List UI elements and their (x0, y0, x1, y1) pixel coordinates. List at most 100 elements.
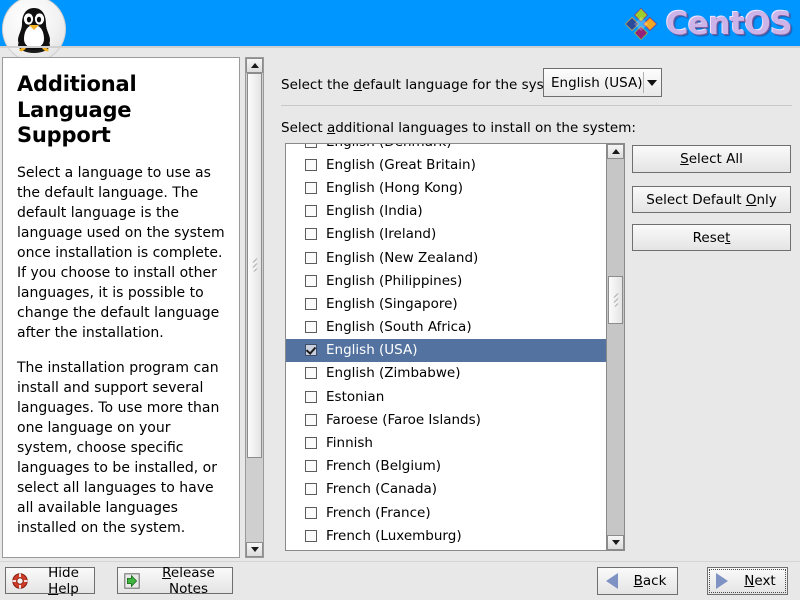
additional-languages-label: Select additional languages to install o… (281, 120, 636, 136)
list-item[interactable]: English (Hong Kong) (286, 176, 608, 199)
installer-window: CentOS Additional Language Support Selec… (0, 0, 800, 600)
tux-penguin-icon (2, 0, 66, 62)
list-item-label: French (Canada) (326, 481, 438, 498)
help-panel: Additional Language Support Select a lan… (2, 57, 240, 558)
scrollbar-trough[interactable] (607, 159, 624, 535)
back-button[interactable]: Back (597, 567, 678, 595)
app-header: CentOS (0, 0, 800, 62)
button-label: Back (633, 573, 667, 589)
list-item-label: French (Belgium) (326, 458, 442, 475)
checkbox-unchecked[interactable] (305, 274, 317, 287)
scrollbar-thumb[interactable] (247, 73, 262, 458)
centos-logo: CentOS (622, 4, 793, 44)
section-divider (281, 105, 792, 106)
triangle-right-icon (716, 573, 728, 589)
select-all-button[interactable]: Select All (632, 145, 791, 173)
default-language-label: Select the default language for the syst… (281, 77, 575, 93)
bottom-divider (0, 561, 800, 562)
centos-pinwheel-icon (624, 8, 657, 40)
scroll-down-button[interactable] (246, 542, 263, 557)
list-item[interactable]: French (Luxemburg) (286, 524, 608, 547)
list-item-label: Estonian (326, 388, 385, 405)
button-label: Release Notes (162, 564, 215, 597)
button-label: Reset (692, 229, 731, 246)
list-item[interactable]: Finnish (286, 431, 608, 454)
checkbox-unchecked[interactable] (305, 228, 317, 241)
checkbox-unchecked[interactable] (305, 483, 317, 496)
list-item-label: English (Zimbabwe) (326, 365, 461, 382)
default-language-select[interactable]: English (USA) (543, 68, 662, 97)
checkbox-unchecked[interactable] (305, 506, 317, 519)
triangle-left-icon (606, 573, 618, 589)
lifering-help-icon (12, 572, 28, 589)
header-divider (0, 46, 800, 48)
checkbox-unchecked[interactable] (305, 205, 317, 218)
checkbox-checked[interactable] (305, 344, 317, 357)
list-item[interactable]: English (India) (286, 200, 608, 223)
hide-help-button[interactable]: Hide Help (5, 564, 95, 597)
checkbox-unchecked[interactable] (305, 297, 317, 310)
list-item-label: English (Singapore) (326, 295, 458, 312)
language-list[interactable]: English (Denmark) English (Great Britain)… (285, 143, 625, 551)
chevron-down-icon (643, 79, 661, 86)
language-list-scrollbar[interactable] (606, 144, 624, 550)
reset-button[interactable]: Reset (632, 224, 791, 251)
checkbox-unchecked[interactable] (305, 251, 317, 264)
list-item[interactable]: Faroese (Faroe Islands) (286, 408, 608, 431)
page-title: Additional Language Support (17, 72, 137, 148)
list-item[interactable]: French (Canada) (286, 478, 608, 501)
arrow-up-icon (250, 63, 259, 68)
list-item[interactable]: Estonian (286, 385, 608, 408)
scrollbar-thumb[interactable] (608, 275, 623, 325)
checkbox-unchecked[interactable] (305, 158, 317, 171)
checkbox-unchecked[interactable] (305, 460, 317, 473)
list-item[interactable]: English (Ireland) (286, 223, 608, 246)
list-item[interactable]: French (Belgium) (286, 455, 608, 478)
arrow-down-icon (611, 540, 620, 545)
checkbox-unchecked[interactable] (305, 367, 317, 380)
scroll-up-button[interactable] (607, 144, 624, 159)
list-item[interactable]: English (Great Britain) (286, 153, 608, 176)
list-item[interactable]: English (USA) (286, 338, 608, 362)
list-item[interactable]: English (Denmark) (286, 144, 608, 153)
button-label: Hide Help (48, 564, 79, 597)
grip-icon (249, 258, 260, 272)
default-language-value: English (USA) (551, 74, 643, 91)
checkbox-unchecked[interactable] (305, 413, 317, 426)
help-paragraph: Select a language to use as the default … (17, 164, 225, 341)
list-item[interactable]: French (Switzerland) (286, 547, 608, 550)
button-label: Select All (680, 151, 743, 167)
checkbox-unchecked[interactable] (305, 390, 317, 403)
next-button[interactable]: Next (707, 567, 788, 595)
list-item[interactable]: English (Singapore) (286, 292, 608, 315)
list-item[interactable]: English (New Zealand) (286, 246, 608, 269)
list-item-label: Faroese (Faroe Islands) (326, 411, 481, 428)
list-item-label: English (Hong Kong) (326, 179, 463, 196)
centos-wordmark: CentOS (665, 6, 793, 42)
list-item[interactable]: English (Philippines) (286, 269, 608, 292)
list-item-label: English (USA) (326, 342, 418, 359)
list-item[interactable]: French (France) (286, 501, 608, 524)
list-item-label: English (New Zealand) (326, 249, 479, 266)
checkbox-unchecked[interactable] (305, 437, 317, 450)
arrow-up-icon (611, 149, 620, 154)
default-language-row: Select the default language for the syst… (281, 70, 792, 100)
help-paragraph: The installation program can install and… (17, 359, 220, 537)
green-arrow-icon (124, 572, 140, 589)
grip-icon (610, 293, 621, 307)
release-notes-button[interactable]: Release Notes (117, 564, 233, 597)
checkbox-unchecked[interactable] (305, 529, 317, 542)
list-item-label: English (Philippines) (326, 272, 463, 289)
checkbox-unchecked[interactable] (305, 321, 317, 334)
help-panel-scrollbar[interactable] (245, 57, 264, 558)
list-item[interactable]: English (Zimbabwe) (286, 362, 608, 385)
checkbox-unchecked[interactable] (305, 144, 317, 148)
list-item-label: French (Luxemburg) (326, 527, 462, 544)
select-default-only-button[interactable]: Select Default Only (632, 186, 791, 213)
button-label: Select Default Only (646, 191, 777, 208)
scroll-down-button[interactable] (607, 535, 624, 550)
checkbox-unchecked[interactable] (305, 181, 317, 194)
list-item[interactable]: English (South Africa) (286, 316, 608, 339)
scroll-up-button[interactable] (246, 58, 263, 73)
scrollbar-trough[interactable] (246, 73, 263, 542)
